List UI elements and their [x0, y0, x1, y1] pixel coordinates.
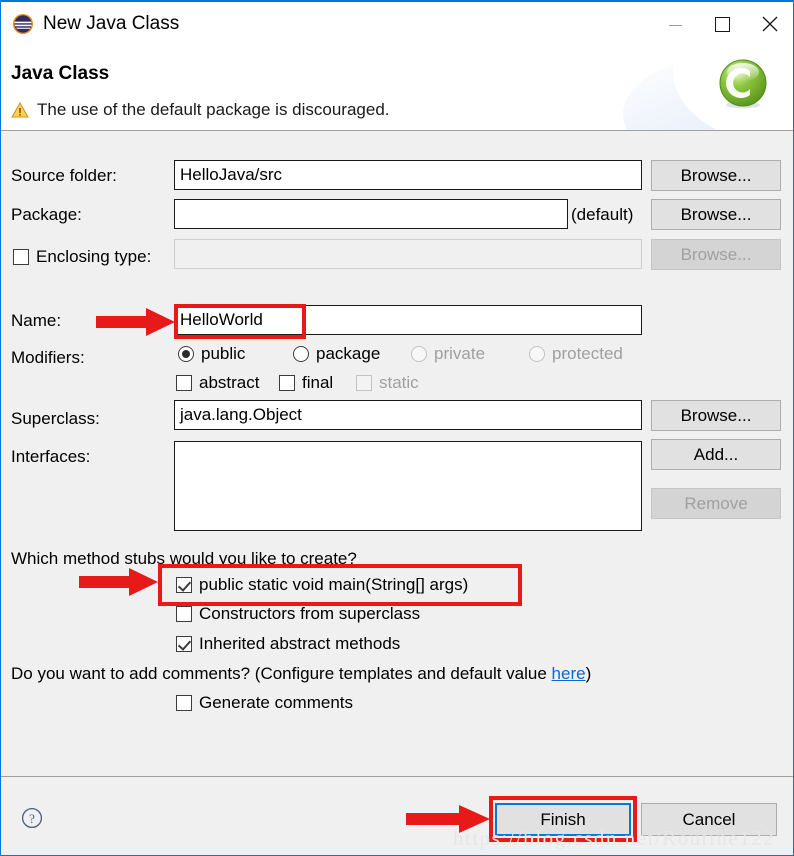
- window-controls: [652, 2, 793, 46]
- comments-question-suffix: ): [585, 664, 592, 683]
- main-method-checkbox-box[interactable]: [176, 577, 192, 593]
- enclosing-type-input: [174, 239, 642, 269]
- warning-message: The use of the default package is discou…: [37, 100, 390, 119]
- close-icon[interactable]: [746, 2, 793, 46]
- constructors-checkbox-box[interactable]: [176, 606, 192, 622]
- public-label: public: [201, 344, 246, 363]
- interfaces-add-button[interactable]: Add...: [651, 439, 781, 470]
- interfaces-remove-button: Remove: [651, 488, 781, 519]
- inherited-abstract-checkbox-box[interactable]: [176, 636, 192, 652]
- title-bar: New Java Class: [1, 2, 793, 46]
- window-title: New Java Class: [43, 13, 180, 34]
- modifier-check-abstract[interactable]: abstract: [176, 373, 259, 393]
- warning-icon: [11, 101, 29, 118]
- modifier-check-static: static: [356, 373, 419, 393]
- public-radio-button[interactable]: [178, 346, 194, 362]
- eclipse-icon: [11, 12, 35, 36]
- modifier-radio-private: private: [411, 344, 485, 364]
- cancel-button[interactable]: Cancel: [641, 803, 777, 836]
- final-label: final: [302, 373, 334, 392]
- main-method-label: public static void main(String[] args): [199, 575, 469, 594]
- generate-comments-checkbox[interactable]: Generate comments: [176, 693, 353, 713]
- superclass-input[interactable]: java.lang.Object: [174, 400, 642, 430]
- wizard-header: Java Class The use of the default packag…: [1, 46, 793, 130]
- interfaces-label: Interfaces:: [11, 447, 91, 466]
- package-modifier-label: package: [316, 344, 381, 363]
- package-input[interactable]: [174, 199, 568, 229]
- constructors-label: Constructors from superclass: [199, 604, 421, 623]
- enclosing-type-browse-button: Browse...: [651, 239, 781, 270]
- stub-main-method[interactable]: public static void main(String[] args): [176, 575, 468, 595]
- package-default-label: (default): [571, 205, 634, 224]
- abstract-label: abstract: [199, 373, 260, 392]
- inherited-abstract-label: Inherited abstract methods: [199, 634, 401, 653]
- finish-button[interactable]: Finish: [495, 803, 631, 836]
- modifier-check-final[interactable]: final: [279, 373, 333, 393]
- generate-comments-checkbox-box[interactable]: [176, 695, 192, 711]
- java-class-wizard-icon: [717, 58, 769, 110]
- stub-inherited-abstract[interactable]: Inherited abstract methods: [176, 634, 400, 654]
- superclass-browse-button[interactable]: Browse...: [651, 400, 781, 431]
- private-label: private: [434, 344, 486, 363]
- source-folder-browse-button[interactable]: Browse...: [651, 160, 781, 191]
- superclass-label: Superclass:: [11, 409, 100, 428]
- enclosing-type-checkbox-box[interactable]: [13, 249, 29, 265]
- enclosing-type-checkbox[interactable]: Enclosing type:: [13, 247, 151, 267]
- protected-label: protected: [552, 344, 623, 363]
- protected-radio-button: [529, 346, 545, 362]
- static-label: static: [379, 373, 419, 392]
- private-radio-button: [411, 346, 427, 362]
- method-stubs-question: Which method stubs would you like to cre…: [11, 549, 357, 568]
- class-name-input[interactable]: HelloWorld: [174, 305, 642, 335]
- enclosing-type-label: Enclosing type:: [36, 247, 152, 266]
- annotation-arrow-name: [96, 307, 176, 342]
- source-folder-label: Source folder:: [11, 166, 117, 185]
- minimize-button[interactable]: [652, 2, 699, 46]
- stub-constructors[interactable]: Constructors from superclass: [176, 604, 420, 624]
- comments-question: Do you want to add comments? (Configure …: [11, 664, 591, 684]
- modifier-radio-public[interactable]: public: [178, 344, 245, 364]
- svg-text:?: ?: [29, 811, 35, 826]
- maximize-button[interactable]: [699, 2, 746, 46]
- abstract-checkbox-box[interactable]: [176, 375, 192, 391]
- generate-comments-label: Generate comments: [199, 693, 354, 712]
- name-label: Name:: [11, 311, 62, 330]
- configure-templates-link[interactable]: here: [552, 664, 586, 683]
- annotation-arrow-finish: [406, 804, 491, 839]
- annotation-arrow-main-method: [79, 567, 159, 602]
- package-browse-button[interactable]: Browse...: [651, 199, 781, 230]
- final-checkbox-box[interactable]: [279, 375, 295, 391]
- static-checkbox-box: [356, 375, 372, 391]
- comments-question-text: Do you want to add comments? (Configure …: [11, 664, 552, 683]
- package-label: Package:: [11, 205, 82, 224]
- page-title: Java Class: [11, 63, 110, 84]
- dialog-body: Source folder: HelloJava/src Browse... P…: [1, 131, 793, 776]
- package-radio-button[interactable]: [293, 346, 309, 362]
- modifiers-label: Modifiers:: [11, 348, 85, 367]
- modifier-radio-package[interactable]: package: [293, 344, 380, 364]
- source-folder-input[interactable]: HelloJava/src: [174, 160, 642, 190]
- modifier-radio-protected: protected: [529, 344, 623, 364]
- new-java-class-dialog: New Java Class Java Class The use of the…: [0, 0, 794, 856]
- help-icon[interactable]: ?: [21, 807, 43, 829]
- interfaces-list[interactable]: [174, 441, 642, 531]
